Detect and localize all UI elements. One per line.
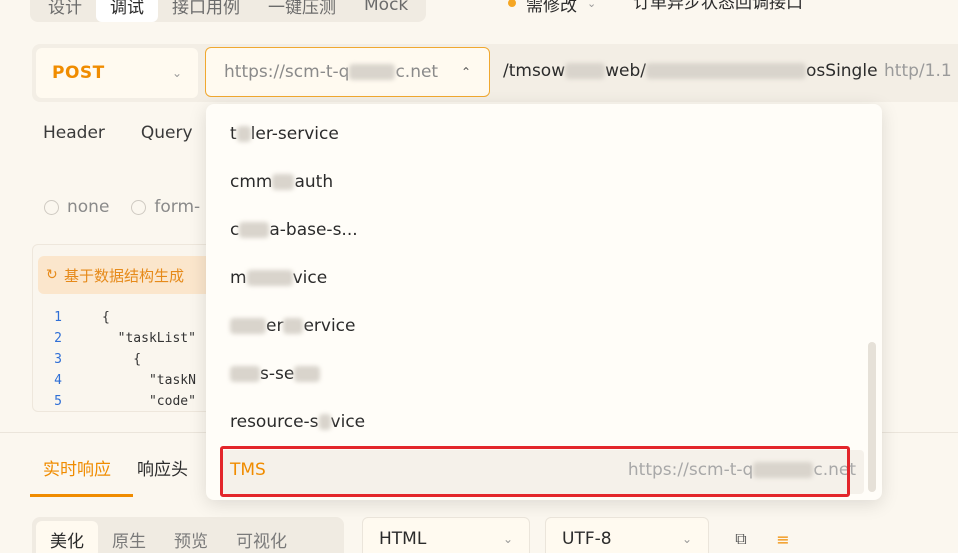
env-option[interactable]: t ler-service xyxy=(230,122,339,146)
tab-header[interactable]: Header xyxy=(43,123,105,143)
tab-debug[interactable]: 调试 xyxy=(96,0,158,22)
protocol-label: http/1.1 xyxy=(884,61,952,81)
tab-mock[interactable]: Mock xyxy=(350,0,422,19)
highlight-annotation xyxy=(220,446,850,497)
tab-raw[interactable]: 原生 xyxy=(98,521,160,553)
tab-pretty[interactable]: 美化 xyxy=(36,520,98,553)
method-select[interactable]: POST ⌄ xyxy=(36,48,198,98)
code-line: 5 "code" xyxy=(54,394,196,409)
method-value: POST xyxy=(52,63,105,83)
dropdown-scrollbar[interactable] xyxy=(868,342,876,492)
refresh-icon: ↻ xyxy=(46,267,58,283)
chevron-down-icon: ⌄ xyxy=(502,532,513,546)
env-option[interactable]: s-se xyxy=(230,362,321,386)
tab-api-cases[interactable]: 接口用例 xyxy=(158,0,254,22)
env-option[interactable]: m vice xyxy=(230,266,327,290)
chevron-down-icon: ⌄ xyxy=(171,66,182,80)
chevron-up-icon: ⌃ xyxy=(460,65,471,79)
chevron-down-icon: ⌄ xyxy=(587,0,597,10)
environment-dropdown: t ler-service cmm auth c a-base-s... m vice … xyxy=(206,104,882,500)
body-type-radios: none form- xyxy=(44,197,200,217)
tab-design[interactable]: 设计 xyxy=(34,0,96,22)
code-line: 2 "taskList" xyxy=(54,331,196,346)
env-option[interactable]: resource-s vice xyxy=(230,410,365,434)
env-option[interactable]: c a-base-s... xyxy=(230,218,358,242)
radio-form[interactable]: form- xyxy=(131,197,200,217)
status-label: 需修改 xyxy=(526,0,577,16)
environment-value: https://scm-t-q c.net xyxy=(224,62,439,82)
code-line: 3 { xyxy=(54,352,142,367)
view-mode-tabs: 美化 原生 预览 可视化 xyxy=(32,517,344,553)
tab-response-headers[interactable]: 响应头 xyxy=(137,455,188,480)
radio-circle-icon xyxy=(44,199,59,215)
code-block: 1{ 2 "taskList" 3 { 4 "taskN 5 "code" xyxy=(40,307,196,412)
response-tabs: 实时响应 响应头 xyxy=(43,455,188,480)
top-tab-bar: 设计 调试 接口用例 一键压测 Mock xyxy=(30,0,427,22)
tab-load-test[interactable]: 一键压测 xyxy=(254,0,350,22)
api-title[interactable]: 订单异步状态回调接口 xyxy=(633,0,803,18)
url-path-input[interactable]: /tmsow web/osSingle xyxy=(503,61,878,81)
copy-icon[interactable]: ⧉ xyxy=(730,528,752,550)
active-tab-underline xyxy=(30,494,133,497)
environment-select[interactable]: https://scm-t-q c.net ⌃ xyxy=(205,47,490,97)
generate-from-schema-button[interactable]: ↻ 基于数据结构生成 xyxy=(38,256,218,294)
tab-visualize[interactable]: 可视化 xyxy=(222,521,301,553)
tab-query[interactable]: Query xyxy=(141,123,193,143)
code-line: 4 "taskN xyxy=(54,373,196,388)
status-dot-icon xyxy=(508,0,516,7)
code-line: 1{ xyxy=(54,310,110,325)
chevron-down-icon: ⌄ xyxy=(681,532,692,546)
radio-none[interactable]: none xyxy=(44,197,109,217)
env-option[interactable]: cmm auth xyxy=(230,170,333,194)
request-section-tabs: Header Query xyxy=(43,123,193,143)
format-select[interactable]: HTML ⌄ xyxy=(362,517,530,553)
tab-live-response[interactable]: 实时响应 xyxy=(43,455,111,480)
radio-circle-icon xyxy=(131,199,147,215)
env-option[interactable]: er ervice xyxy=(230,314,356,338)
status-selector[interactable]: 需修改 ⌄ xyxy=(508,0,596,18)
tab-preview[interactable]: 预览 xyxy=(160,521,222,553)
wrap-lines-icon[interactable]: ≡ xyxy=(772,528,794,550)
encoding-select[interactable]: UTF-8 ⌄ xyxy=(545,517,709,553)
